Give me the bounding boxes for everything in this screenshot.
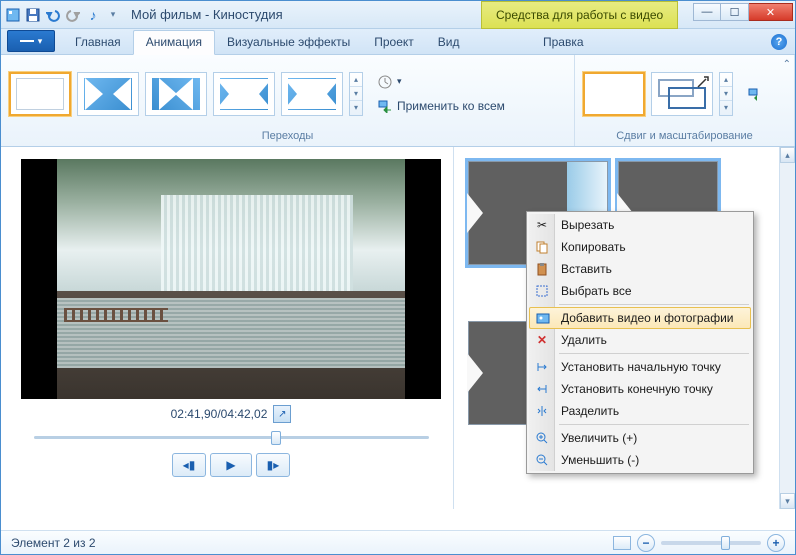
seek-slider[interactable]	[34, 429, 429, 445]
ctx-zoom-out[interactable]: Уменьшить (-)	[529, 449, 751, 471]
ribbon: ⌃ ▴▾▾ ▾ Применить ко всем Переходы	[1, 55, 795, 147]
zoom-out-button[interactable]: −	[637, 534, 655, 552]
transition-duration-dropdown[interactable]: ▾	[373, 72, 509, 92]
video-preview[interactable]	[21, 159, 441, 399]
storyboard-scrollbar[interactable]: ▴▾	[779, 147, 795, 509]
preview-pane: 02:41,90/04:42,02 ↗ ◂▮ ▶ ▮▸	[1, 147, 453, 509]
panzoom-none[interactable]	[583, 72, 645, 116]
title-bar: ♪ ▾ Мой фильм - Киностудия Средства для …	[1, 1, 795, 29]
delete-icon: ✕	[534, 332, 550, 348]
panzoom-effect[interactable]	[651, 72, 713, 116]
playback-time: 02:41,90/04:42,02	[171, 407, 268, 421]
tab-animation[interactable]: Анимация	[133, 30, 215, 55]
zoom-in-icon	[534, 430, 550, 446]
tab-project[interactable]: Проект	[362, 31, 426, 54]
ctx-cut[interactable]: ✂ Вырезать	[529, 214, 751, 236]
tab-view[interactable]: Вид	[426, 31, 472, 54]
paste-icon	[534, 261, 550, 277]
select-all-icon	[534, 283, 550, 299]
window-title: Мой фильм - Киностудия	[131, 7, 283, 22]
scissors-icon: ✂	[534, 217, 550, 233]
file-menu-button[interactable]: ▾	[7, 30, 55, 52]
status-element-count: Элемент 2 из 2	[11, 536, 96, 550]
tab-edit[interactable]: Правка	[531, 31, 596, 54]
save-icon[interactable]	[25, 7, 41, 23]
ctx-copy[interactable]: Копировать	[529, 236, 751, 258]
panzoom-apply-all[interactable]	[743, 84, 767, 104]
transitions-group-label: Переходы	[9, 128, 566, 144]
redo-icon[interactable]	[65, 7, 81, 23]
transition-bowtie[interactable]	[145, 72, 207, 116]
ctx-select-all[interactable]: Выбрать все	[529, 280, 751, 302]
add-media-icon	[535, 310, 551, 326]
ctx-set-end[interactable]: Установить конечную точку	[529, 378, 751, 400]
prev-frame-button[interactable]: ◂▮	[172, 453, 206, 477]
zoom-out-icon	[534, 452, 550, 468]
zoom-slider[interactable]	[661, 541, 761, 545]
window-controls: — ☐ ✕	[693, 3, 793, 21]
minimize-button[interactable]: —	[693, 3, 721, 21]
panzoom-group: ▴▾▾ Сдвиг и масштабирование	[575, 55, 795, 146]
app-icon	[5, 7, 21, 23]
tab-effects[interactable]: Визуальные эффекты	[215, 31, 362, 54]
ctx-paste[interactable]: Вставить	[529, 258, 751, 280]
ctx-delete[interactable]: ✕ Удалить	[529, 329, 751, 351]
maximize-button[interactable]: ☐	[721, 3, 749, 21]
clock-icon	[377, 74, 393, 90]
quick-access-toolbar: ♪ ▾	[5, 7, 121, 23]
split-icon	[534, 403, 550, 419]
playback-controls: ◂▮ ▶ ▮▸	[172, 453, 290, 477]
copy-icon	[534, 239, 550, 255]
qat-dropdown-icon[interactable]: ▾	[105, 7, 121, 23]
set-end-icon	[534, 381, 550, 397]
zoom-in-button[interactable]: +	[767, 534, 785, 552]
help-icon[interactable]: ?	[771, 34, 787, 50]
status-bar: Элемент 2 из 2 − +	[1, 530, 795, 554]
close-button[interactable]: ✕	[749, 3, 793, 21]
panzoom-gallery-scroll[interactable]: ▴▾▾	[719, 72, 733, 116]
apply-all-icon	[377, 98, 393, 114]
transition-none[interactable]	[9, 72, 71, 116]
ctx-add-media[interactable]: Добавить видео и фотографии	[529, 307, 751, 329]
transition-triangles[interactable]	[77, 72, 139, 116]
ctx-zoom-in[interactable]: Увеличить (+)	[529, 427, 751, 449]
music-icon[interactable]: ♪	[85, 7, 101, 23]
panzoom-group-label: Сдвиг и масштабирование	[583, 128, 786, 144]
apply-to-all-label: Применить ко всем	[397, 99, 505, 113]
transition-cross[interactable]	[213, 72, 275, 116]
transitions-group: ▴▾▾ ▾ Применить ко всем Переходы	[1, 55, 575, 146]
video-tools-contextual-tab[interactable]: Средства для работы с видео	[481, 1, 678, 29]
ctx-split[interactable]: Разделить	[529, 400, 751, 422]
transition-cross2[interactable]	[281, 72, 343, 116]
tab-home[interactable]: Главная	[63, 31, 133, 54]
ctx-set-start[interactable]: Установить начальную точку	[529, 356, 751, 378]
play-button[interactable]: ▶	[210, 453, 252, 477]
undo-icon[interactable]	[45, 7, 61, 23]
transitions-gallery-scroll[interactable]: ▴▾▾	[349, 72, 363, 116]
view-mode-button[interactable]	[613, 536, 631, 550]
apply-to-all-button[interactable]: Применить ко всем	[373, 96, 509, 116]
ribbon-tabs: ▾ Главная Анимация Визуальные эффекты Пр…	[1, 29, 795, 55]
set-start-icon	[534, 359, 550, 375]
apply-all-icon	[747, 86, 763, 102]
fullscreen-button[interactable]: ↗	[273, 405, 291, 423]
context-menu: ✂ Вырезать Копировать Вставить Выбрать в…	[526, 211, 754, 474]
next-frame-button[interactable]: ▮▸	[256, 453, 290, 477]
